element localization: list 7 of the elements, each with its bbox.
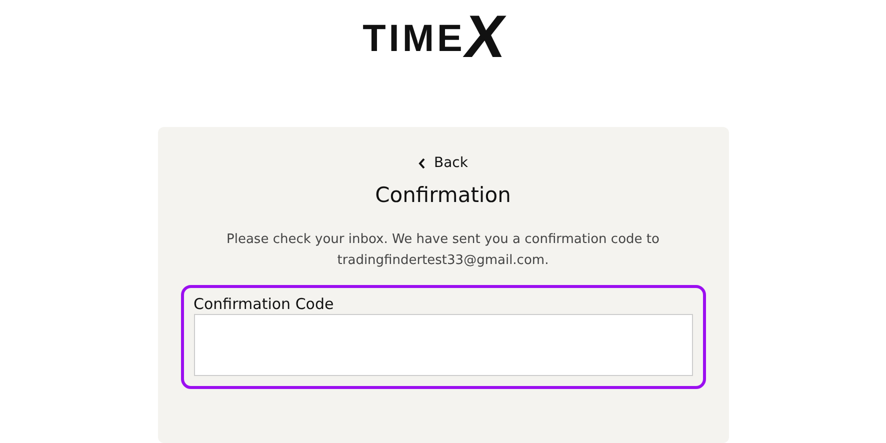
chevron-left-icon (418, 158, 426, 168)
logo: TIMEX (362, 10, 506, 64)
field-label: Confirmation Code (194, 294, 335, 314)
page-title: Confirmation (375, 182, 511, 209)
confirmation-code-field[interactable] (194, 314, 692, 376)
message-text: Please check your inbox. We have sent you a confirmation code to tradingfindertest33@gmail.com. (226, 231, 660, 270)
back-link[interactable]: Back (418, 153, 468, 173)
